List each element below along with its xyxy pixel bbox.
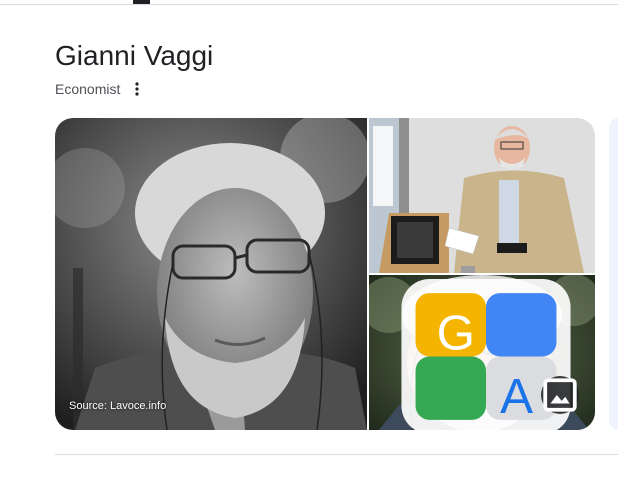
image-icon: [543, 378, 577, 412]
svg-text:G: G: [437, 305, 475, 360]
lecture-photo-image[interactable]: [369, 118, 595, 273]
entity-subtitle-row: Economist: [55, 80, 144, 98]
entity-subtitle: Economist: [55, 81, 121, 97]
next-panel-edge[interactable]: [609, 118, 618, 430]
more-options-button[interactable]: [130, 80, 144, 98]
bottom-divider: [55, 454, 618, 455]
close-up-portrait-image[interactable]: G A: [369, 275, 595, 430]
main-portrait-image[interactable]: Source: Lavoce.info: [55, 118, 367, 430]
lecture-photo: [369, 118, 595, 273]
top-divider: [0, 4, 618, 5]
image-source-label: Source: Lavoce.info: [69, 400, 167, 412]
svg-text:A: A: [500, 369, 533, 424]
more-vert-icon: [135, 82, 139, 96]
portrait-photo-bw: [55, 118, 367, 430]
image-gallery: Source: Lavoce.info G A: [55, 118, 595, 430]
entity-title: Gianni Vaggi: [55, 40, 214, 71]
view-images-button[interactable]: [541, 376, 579, 414]
